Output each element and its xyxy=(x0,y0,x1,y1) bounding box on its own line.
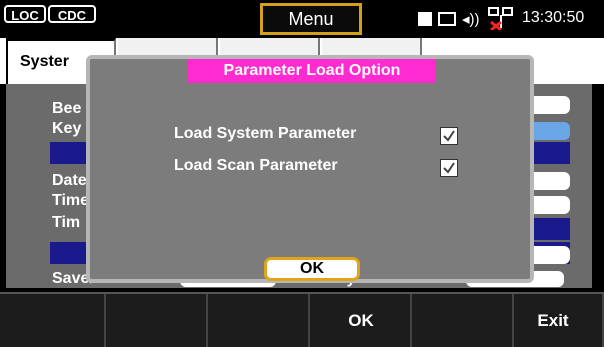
dialog-title: Parameter Load Option xyxy=(188,59,436,83)
softkey-1[interactable] xyxy=(6,294,106,347)
checkmark-icon xyxy=(443,162,455,174)
date-label: Date xyxy=(52,172,87,189)
key-label: Key xyxy=(52,120,82,137)
load-system-parameter-checkbox[interactable] xyxy=(440,127,458,145)
load-scan-parameter-label: Load Scan Parameter xyxy=(174,157,338,174)
instrument-screen: LOC CDC Menu ◂)) 13:30:50 Syster Bee Key… xyxy=(0,0,604,347)
memory-card-icon xyxy=(438,12,456,26)
network-disconnected-icon xyxy=(488,7,513,30)
status-bar: LOC CDC Menu ◂)) 13:30:50 xyxy=(0,0,604,38)
softkey-3[interactable] xyxy=(210,294,310,347)
softkey-2[interactable] xyxy=(108,294,208,347)
battery-icon xyxy=(418,12,432,26)
load-scan-parameter-checkbox[interactable] xyxy=(440,159,458,177)
menu-title: Menu xyxy=(260,3,362,35)
softkey-bar: OK Exit xyxy=(0,292,604,347)
checkmark-icon xyxy=(443,130,455,142)
softkey-ok[interactable]: OK xyxy=(312,294,412,347)
cdc-indicator: CDC xyxy=(48,5,96,23)
parameter-load-dialog: Parameter Load Option Load System Parame… xyxy=(86,55,534,283)
beep-label: Bee xyxy=(52,100,82,117)
clock: 13:30:50 xyxy=(522,9,585,26)
softkey-exit[interactable]: Exit xyxy=(504,294,604,347)
load-system-parameter-label: Load System Parameter xyxy=(174,125,357,142)
loc-indicator: LOC xyxy=(4,5,46,23)
timer-label: Tim xyxy=(52,214,81,231)
softkey-5[interactable] xyxy=(414,294,514,347)
speaker-icon: ◂)) xyxy=(462,11,480,28)
dialog-ok-button[interactable]: OK xyxy=(264,257,360,281)
time-label: Time xyxy=(52,192,90,209)
